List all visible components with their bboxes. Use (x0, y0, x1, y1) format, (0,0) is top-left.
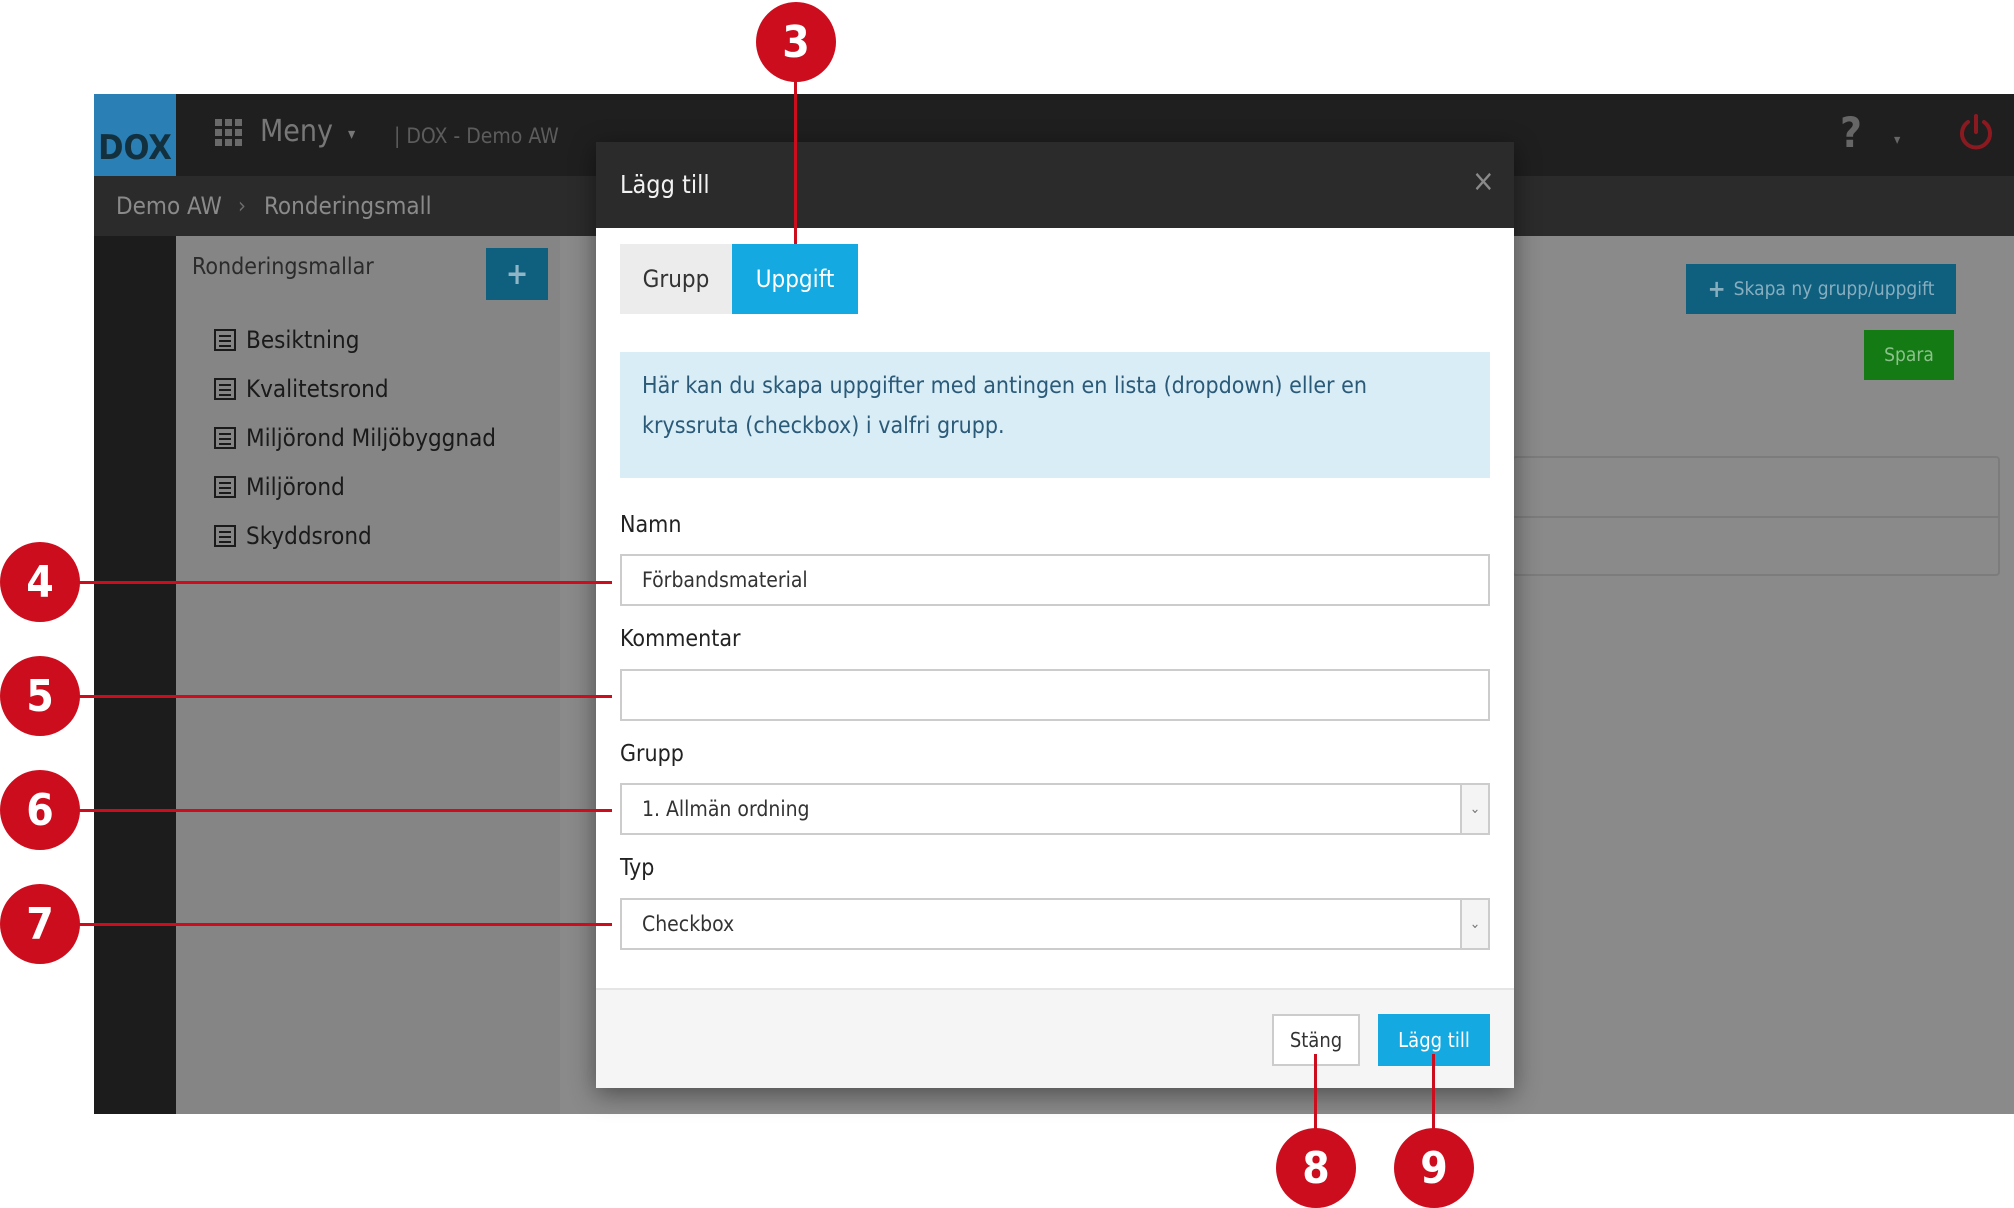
callout-9-line (1432, 1054, 1435, 1134)
list-icon (214, 476, 236, 498)
create-button-label: Skapa ny grupp/uppgift (1733, 278, 1935, 300)
sidebar-title: Ronderingsmallar (192, 254, 374, 280)
table-divider (1512, 516, 2000, 518)
create-group-task-button[interactable]: + Skapa ny grupp/uppgift (1686, 264, 1956, 314)
callout-3: 3 (756, 2, 836, 82)
tab-grupp[interactable]: Grupp (620, 244, 732, 314)
app-title: | DOX - Demo AW (394, 124, 559, 148)
callout-7: 7 (0, 884, 80, 964)
grupp-label: Grupp (620, 741, 684, 767)
chevron-down-icon[interactable]: ⌄ (1460, 785, 1488, 833)
add-template-button[interactable]: + (486, 248, 548, 300)
add-dialog: Lägg till × Grupp Uppgift Här kan du ska… (596, 142, 1514, 1088)
chevron-down-icon[interactable]: ⌄ (1460, 900, 1488, 948)
grupp-selected-value: 1. Allmän ordning (642, 797, 810, 821)
typ-label: Typ (620, 855, 655, 881)
plus-icon: + (1707, 275, 1726, 303)
callout-7-line (76, 923, 612, 926)
callout-3-line (794, 80, 797, 244)
namn-label: Namn (620, 512, 682, 538)
dialog-title: Lägg till (620, 170, 710, 199)
callout-5-line (76, 695, 612, 698)
info-message: Här kan du skapa uppgifter med antingen … (620, 352, 1490, 478)
save-button[interactable]: Spara (1864, 330, 1954, 380)
sidebar-item-kvalitetsrond[interactable]: Kvalitetsrond (214, 374, 389, 404)
typ-selected-value: Checkbox (642, 912, 735, 936)
breadcrumb-current: Ronderingsmall (264, 192, 432, 220)
sidebar-item-label: Besiktning (246, 326, 360, 354)
callout-6: 6 (0, 770, 80, 850)
power-icon[interactable] (1956, 112, 1996, 152)
dialog-footer (596, 988, 1514, 1088)
kommentar-label: Kommentar (620, 626, 741, 652)
callout-8: 8 (1276, 1128, 1356, 1208)
chevron-right-icon: › (238, 194, 246, 219)
namn-input[interactable]: Förbandsmaterial (620, 554, 1490, 606)
sidebar-item-besiktning[interactable]: Besiktning (214, 325, 359, 355)
sidebar-item-label: Miljörond Miljöbyggnad (246, 424, 497, 452)
typ-select[interactable]: Checkbox ⌄ (620, 898, 1490, 950)
namn-value: Förbandsmaterial (642, 568, 808, 592)
close-icon[interactable]: × (1472, 164, 1495, 199)
kommentar-input[interactable] (620, 669, 1490, 721)
list-icon (214, 329, 236, 351)
sidebar-item-skyddsrond[interactable]: Skyddsrond (214, 521, 372, 551)
sidebar (176, 236, 560, 1114)
dialog-header: Lägg till × (596, 142, 1514, 228)
apps-grid-icon[interactable] (215, 119, 242, 146)
help-icon[interactable]: ? (1840, 108, 1862, 157)
callout-4-line (76, 581, 612, 584)
callout-9: 9 (1394, 1128, 1474, 1208)
breadcrumb-home[interactable]: Demo AW (116, 192, 222, 220)
sidebar-item-label: Kvalitetsrond (246, 375, 389, 403)
callout-5: 5 (0, 656, 80, 736)
callout-6-line (76, 809, 612, 812)
grupp-select[interactable]: 1. Allmän ordning ⌄ (620, 783, 1490, 835)
tab-uppgift[interactable]: Uppgift (732, 244, 858, 314)
sidebar-item-miljorond[interactable]: Miljörond (214, 472, 345, 502)
caret-down-icon[interactable]: ▾ (348, 124, 355, 143)
sidebar-item-miljorond-miljobyggnad[interactable]: Miljörond Miljöbyggnad (214, 423, 496, 453)
left-nav-strip (94, 236, 176, 1114)
callout-8-line (1314, 1054, 1317, 1134)
list-icon (214, 427, 236, 449)
dox-logo[interactable]: DOX (94, 94, 176, 176)
callout-4: 4 (0, 542, 80, 622)
menu-button[interactable]: Meny (260, 114, 333, 149)
caret-down-icon[interactable]: ▾ (1894, 132, 1900, 148)
sidebar-item-label: Miljörond (246, 473, 345, 501)
sidebar-item-label: Skyddsrond (246, 522, 372, 550)
list-icon (214, 525, 236, 547)
list-icon (214, 378, 236, 400)
